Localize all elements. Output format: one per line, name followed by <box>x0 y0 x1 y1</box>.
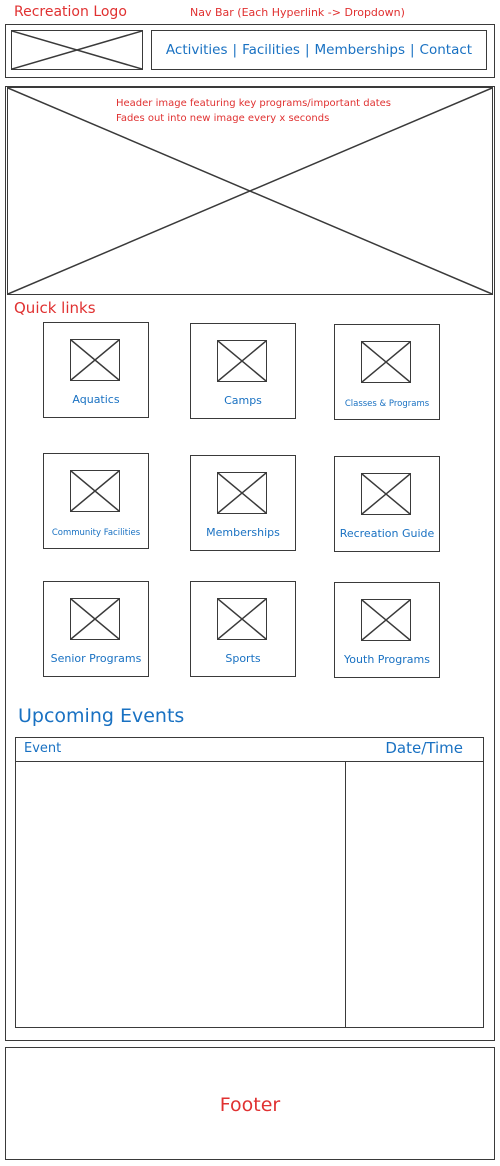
footer: Footer <box>5 1047 495 1160</box>
tile-label: Sports <box>225 652 261 665</box>
tile-image-placeholder <box>217 340 267 382</box>
events-table: Event Date/Time <box>15 737 484 1028</box>
image-placeholder-icon <box>362 600 410 640</box>
quick-link-tile[interactable]: Camps <box>190 323 296 419</box>
image-placeholder-icon <box>362 342 410 382</box>
image-placeholder-icon <box>218 473 266 513</box>
quick-link-tile[interactable]: Youth Programs <box>334 582 440 678</box>
image-placeholder-icon <box>71 340 119 380</box>
image-placeholder-icon <box>71 471 119 511</box>
tile-label: Youth Programs <box>344 653 430 666</box>
nav-separator: | <box>304 42 310 58</box>
quick-link-tile[interactable]: Memberships <box>190 455 296 551</box>
quick-links-title: Quick links <box>14 299 96 317</box>
quick-link-tile[interactable]: Classes & Programs <box>334 324 440 420</box>
image-placeholder-icon <box>218 599 266 639</box>
nav-annotation: Nav Bar (Each Hyperlink -> Dropdown) <box>190 6 405 19</box>
image-placeholder-icon <box>12 31 142 69</box>
nav-link-activities[interactable]: Activities <box>166 42 228 58</box>
header-bar: Activities | Facilities | Memberships | … <box>5 24 495 78</box>
events-column-divider <box>345 762 346 1028</box>
quick-link-tile[interactable]: Community Facilities <box>43 453 149 549</box>
tile-image-placeholder <box>361 599 411 641</box>
footer-label: Footer <box>219 1094 281 1116</box>
events-col-datetime: Date/Time <box>385 739 463 757</box>
nav-link-memberships[interactable]: Memberships <box>315 42 405 58</box>
tile-image-placeholder <box>70 598 120 640</box>
tile-label: Community Facilities <box>51 528 141 538</box>
quick-link-tile[interactable]: Senior Programs <box>43 581 149 677</box>
image-placeholder-icon <box>218 341 266 381</box>
nav-link-facilities[interactable]: Facilities <box>242 42 300 58</box>
image-placeholder-icon <box>362 474 410 514</box>
tile-label: Aquatics <box>72 393 120 406</box>
logo-annotation: Recreation Logo <box>14 4 127 20</box>
nav-link-contact[interactable]: Contact <box>420 42 473 58</box>
tile-image-placeholder <box>70 339 120 381</box>
tile-image-placeholder <box>361 473 411 515</box>
tile-image-placeholder <box>361 341 411 383</box>
tile-image-placeholder <box>217 472 267 514</box>
logo-placeholder[interactable] <box>11 30 143 70</box>
tile-label: Camps <box>224 394 262 407</box>
nav-separator: | <box>232 42 238 58</box>
hero-annotation-line1: Header image featuring key programs/impo… <box>116 98 392 109</box>
nav-separator: | <box>409 42 415 58</box>
quick-link-tile[interactable]: Sports <box>190 581 296 677</box>
tile-label: Senior Programs <box>50 652 142 665</box>
events-title: Upcoming Events <box>18 705 185 727</box>
nav-bar: Activities | Facilities | Memberships | … <box>151 30 487 70</box>
tile-label: Classes & Programs <box>344 399 430 409</box>
quick-link-tile[interactable]: Recreation Guide <box>334 456 440 552</box>
events-col-event: Event <box>24 741 62 756</box>
tile-label: Memberships <box>206 526 280 539</box>
hero-annotation-line2: Fades out into new image every x seconds <box>116 113 330 124</box>
tile-image-placeholder <box>217 598 267 640</box>
image-placeholder-icon <box>71 599 119 639</box>
tile-label: Recreation Guide <box>339 527 435 540</box>
quick-link-tile[interactable]: Aquatics <box>43 322 149 418</box>
tile-image-placeholder <box>70 470 120 512</box>
